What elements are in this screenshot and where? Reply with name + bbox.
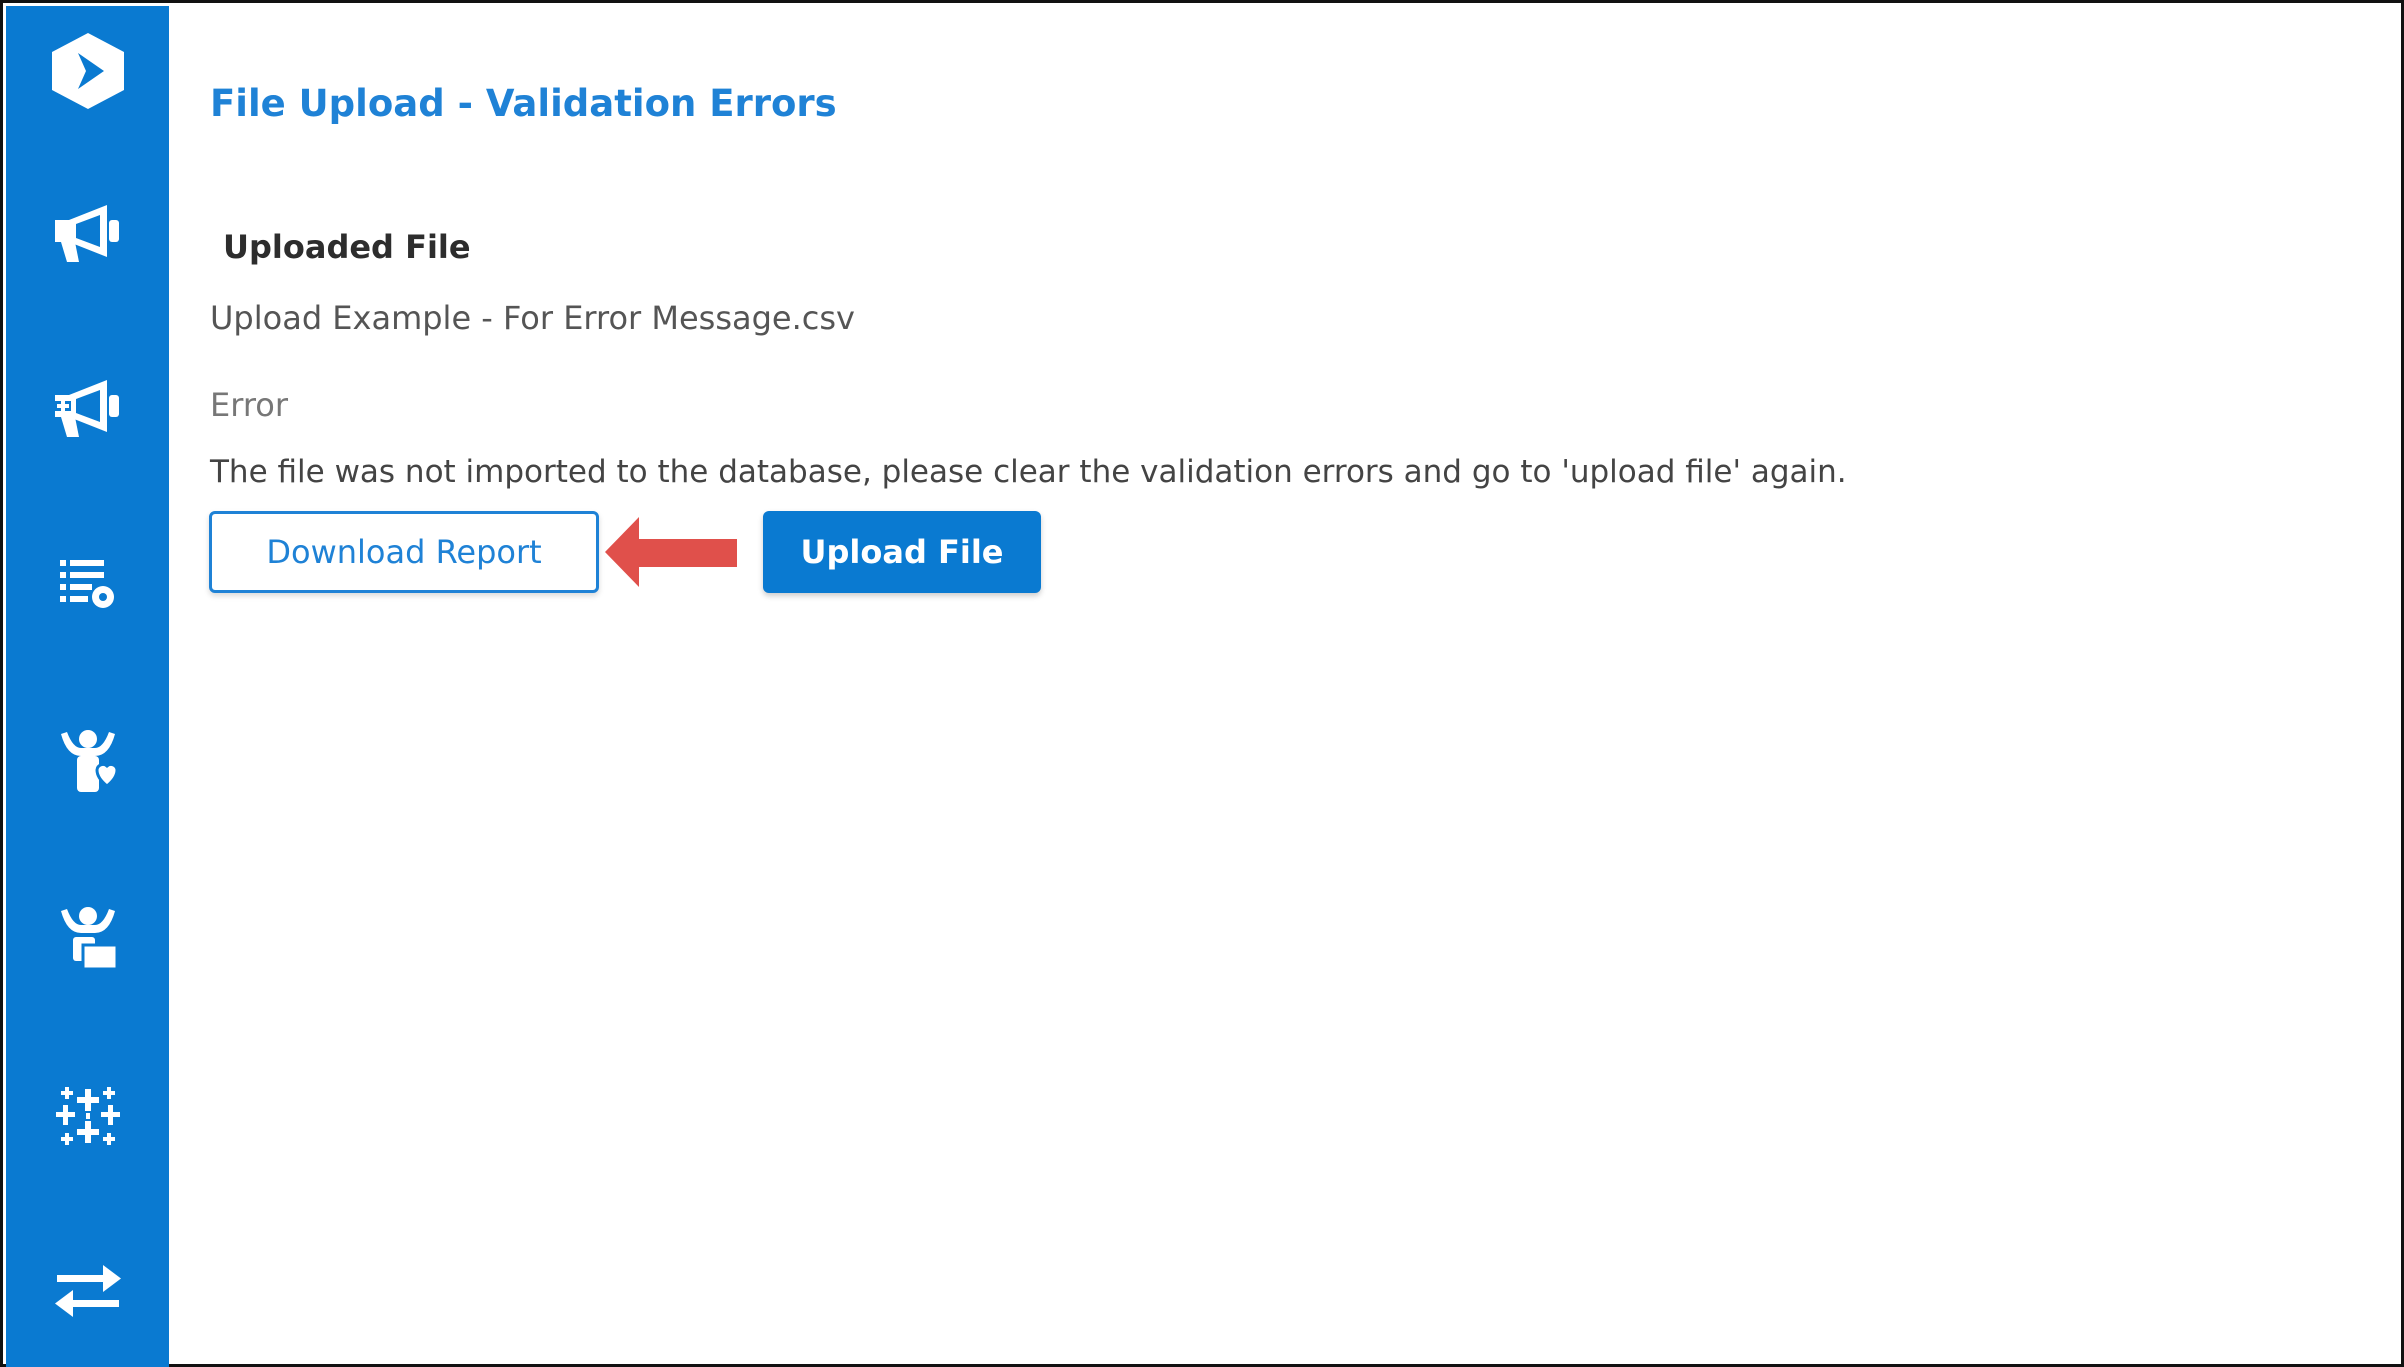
megaphone-add-icon[interactable]	[6, 363, 169, 453]
uploaded-file-name: Upload Example - For Error Message.csv	[210, 299, 855, 337]
tableau-icon[interactable]	[6, 1071, 169, 1161]
megaphone-icon[interactable]	[6, 188, 169, 278]
upload-file-button[interactable]: Upload File	[763, 511, 1041, 593]
person-card-icon[interactable]	[6, 893, 169, 983]
app-window: File Upload - Validation Errors Uploaded…	[0, 0, 2404, 1367]
error-label: Error	[210, 386, 288, 424]
download-report-button[interactable]: Download Report	[209, 511, 599, 593]
uploaded-file-label: Uploaded File	[223, 228, 471, 266]
swap-arrows-icon[interactable]	[6, 1246, 169, 1336]
annotation-arrow-icon	[605, 517, 737, 587]
page-title: File Upload - Validation Errors	[210, 82, 837, 125]
main-content: File Upload - Validation Errors Uploaded…	[169, 6, 2398, 1361]
sidebar	[6, 6, 169, 1367]
error-message: The file was not imported to the databas…	[210, 454, 1847, 490]
person-heart-icon[interactable]	[6, 716, 169, 806]
app-logo-icon[interactable]	[6, 26, 169, 116]
list-settings-icon[interactable]	[6, 539, 169, 629]
